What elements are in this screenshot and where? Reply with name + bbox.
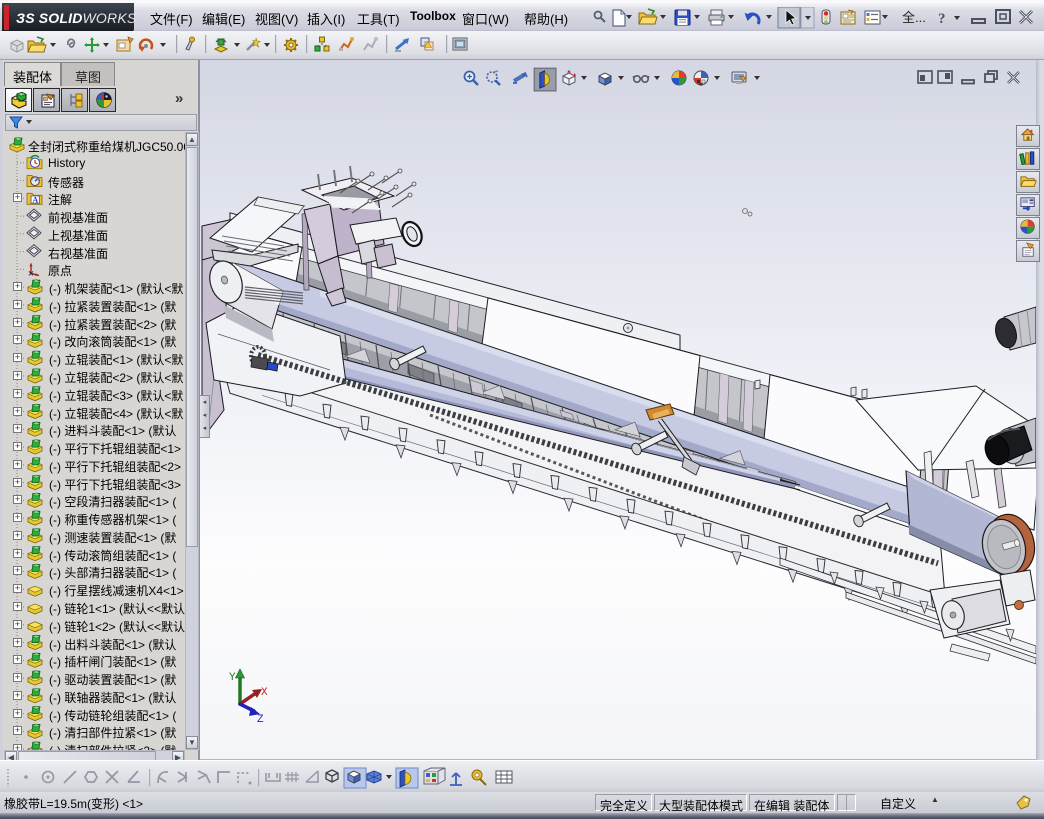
svg-text:X: X <box>261 687 268 699</box>
svg-text:Y: Y <box>229 672 236 684</box>
svg-text:A: A <box>32 196 38 205</box>
svg-text:全...: 全... <box>902 10 926 25</box>
svg-text:Z: Z <box>257 714 264 726</box>
svg-text:?: ? <box>938 11 946 27</box>
